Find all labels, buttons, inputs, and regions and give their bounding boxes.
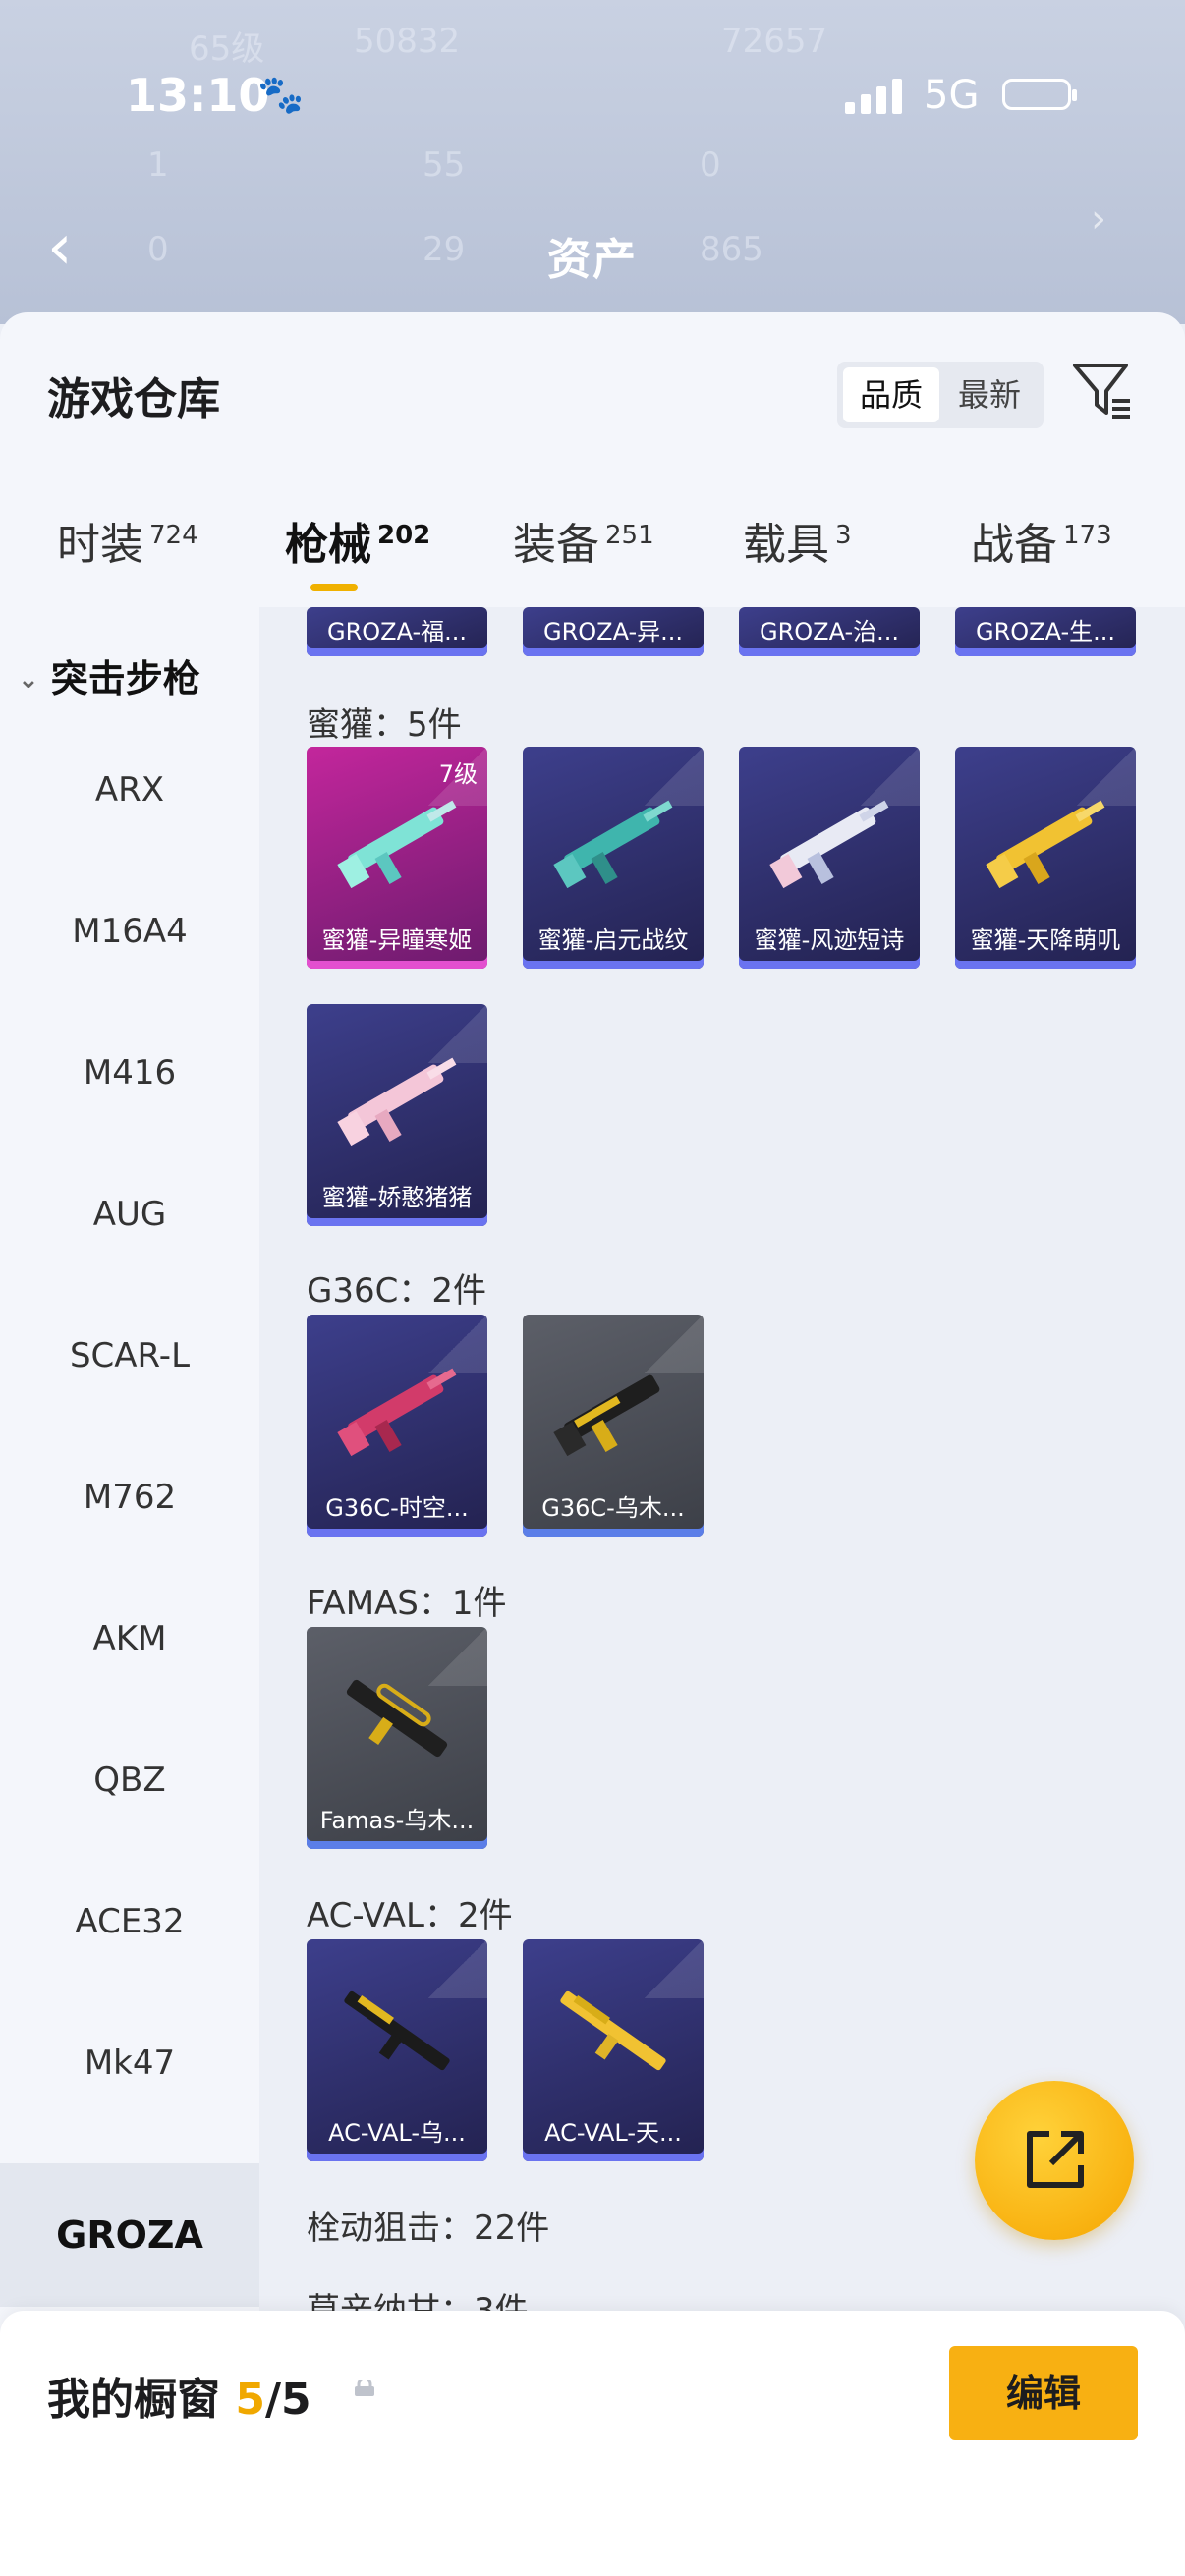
- edit-button[interactable]: 编辑: [949, 2346, 1138, 2440]
- sidebar-category[interactable]: ⌄ 突击步枪: [18, 648, 200, 702]
- sidebar-item-arx[interactable]: ARX: [0, 770, 259, 810]
- filter-icon[interactable]: [1071, 360, 1134, 422]
- showcase-bar: 我的橱窗 5/5 编辑: [0, 2311, 1185, 2576]
- active-tab-indicator: [310, 584, 358, 591]
- skin-card[interactable]: 蜜獾-娇憨猪猪: [307, 1004, 487, 1226]
- gun-icon: [769, 800, 889, 889]
- status-time: 13:10: [126, 69, 270, 122]
- skin-card[interactable]: AC-VAL-乌...: [307, 1939, 487, 2161]
- category-tabs: 时装 724 枪械 202 装备 251 载具 3 战备 173: [0, 509, 1185, 607]
- gun-icon: [553, 1374, 660, 1457]
- external-link-icon: [1027, 2131, 1084, 2188]
- sidebar-item-m416[interactable]: M416: [0, 1053, 259, 1092]
- skin-card[interactable]: 7级 蜜獾-异瞳寒姬: [307, 747, 487, 969]
- sidebar-item-ace32[interactable]: ACE32: [0, 1902, 259, 1941]
- nav-bar: ‹ 资产 ›: [0, 196, 1185, 295]
- skin-card[interactable]: 蜜獾-启元战纹: [523, 747, 704, 969]
- sort-quality-button[interactable]: 品质: [843, 367, 939, 422]
- sidebar-item-groza[interactable]: GROZA: [0, 2163, 259, 2307]
- sidebar-item-qbz[interactable]: QBZ: [0, 1761, 259, 1800]
- gun-icon: [337, 1368, 457, 1457]
- gun-icon: [560, 1990, 666, 2071]
- signal-icon: [845, 75, 906, 114]
- sheet-title: 游戏仓库: [47, 374, 220, 424]
- weapon-grid: GROZA-福... GROZA-异... GROZA-治... GROZA-生…: [259, 607, 1185, 2552]
- tab-firearms[interactable]: 枪械 202: [285, 509, 430, 572]
- skin-card[interactable]: G36C-时空...: [307, 1315, 487, 1537]
- skin-card[interactable]: GROZA-福...: [307, 607, 487, 656]
- battery-icon: [1002, 79, 1077, 110]
- chevron-down-icon: ⌄: [18, 665, 39, 695]
- tab-vehicles[interactable]: 载具 3: [743, 509, 852, 572]
- gun-icon: [986, 800, 1105, 889]
- gun-icon: [337, 800, 457, 889]
- sort-latest-button[interactable]: 最新: [941, 367, 1038, 422]
- chevron-right-icon: ›: [1091, 196, 1106, 242]
- skin-card[interactable]: G36C-乌木...: [523, 1315, 704, 1537]
- skin-card[interactable]: GROZA-生...: [955, 607, 1136, 656]
- tab-fashion[interactable]: 时装 724: [57, 509, 198, 572]
- lock-icon: [355, 2380, 374, 2396]
- skin-card[interactable]: GROZA-治...: [739, 607, 920, 656]
- status-bar: 13:10 🐾 5G: [0, 59, 1185, 138]
- sidebar-item-m762[interactable]: M762: [0, 1478, 259, 1517]
- sidebar-item-akm[interactable]: AKM: [0, 1619, 259, 1658]
- group-label: 蜜獾：5件: [307, 705, 462, 745]
- skin-card[interactable]: 蜜獾-风迹短诗: [739, 747, 920, 969]
- showcase-label: 我的橱窗 5/5: [47, 2375, 311, 2425]
- skin-card[interactable]: 蜜獾-天降萌叽: [955, 747, 1136, 969]
- gun-icon: [346, 1679, 448, 1758]
- gun-icon: [553, 800, 673, 889]
- sidebar-item-mk47[interactable]: Mk47: [0, 2044, 259, 2083]
- page-title: 资产: [547, 235, 638, 285]
- group-label: 栓动狙击：22件: [307, 2209, 550, 2248]
- gun-icon: [344, 1990, 450, 2071]
- paw-icon: 🐾: [257, 73, 305, 116]
- sort-toggle: 品质 最新: [837, 362, 1044, 428]
- network-type: 5G: [924, 73, 980, 118]
- gun-icon: [337, 1057, 457, 1147]
- skin-card[interactable]: Famas-乌木...: [307, 1627, 487, 1849]
- group-label: AC-VAL：2件: [307, 1896, 513, 1935]
- group-label: G36C：2件: [307, 1271, 486, 1311]
- sidebar-item-aug[interactable]: AUG: [0, 1195, 259, 1234]
- skin-card[interactable]: GROZA-异...: [523, 607, 704, 656]
- weapon-sidebar: ⌄ 突击步枪 ARX M16A4 M416 AUG SCAR-L M762 AKM…: [0, 607, 259, 2576]
- sidebar-item-m16a4[interactable]: M16A4: [0, 912, 259, 951]
- sidebar-item-scar-l[interactable]: SCAR-L: [0, 1336, 259, 1375]
- skin-card[interactable]: AC-VAL-天...: [523, 1939, 704, 2161]
- share-button[interactable]: [975, 2081, 1134, 2240]
- group-label: FAMAS：1件: [307, 1584, 507, 1623]
- warehouse-sheet: 游戏仓库 品质 最新 时装 724 枪械 202 装备 251 载具 3 战备 173 ⌄…: [0, 312, 1185, 2576]
- tab-war-prep[interactable]: 战备 173: [971, 509, 1112, 572]
- tab-equipment[interactable]: 装备 251: [513, 509, 654, 572]
